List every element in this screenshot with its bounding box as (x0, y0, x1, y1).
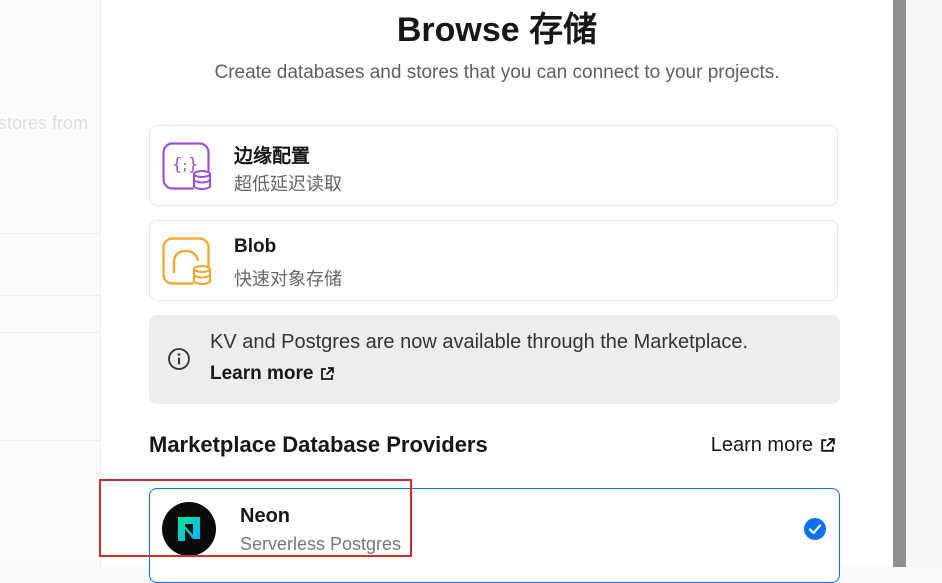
background-divider (0, 332, 100, 333)
edge-config-icon: { ; } (162, 142, 211, 190)
blob-icon (162, 237, 211, 285)
neon-logo-icon (178, 517, 200, 541)
store-description: 快速对象存储 (234, 269, 342, 289)
modal-title: Browse 存储 (396, 11, 598, 49)
marketplace-learn-more-link[interactable]: Learn more (711, 434, 836, 457)
external-link-icon (321, 367, 335, 380)
info-icon (168, 348, 190, 370)
background-right-edge (906, 0, 942, 567)
provider-name: Neon (240, 505, 290, 527)
marketplace-learn-more-label: Learn more (710, 434, 813, 456)
notice-learn-more-link[interactable]: Learn more (210, 363, 335, 385)
provider-card-neon[interactable]: Neon Serverless Postgres (149, 488, 840, 583)
modal-scrollbar-track[interactable] (892, 0, 906, 567)
store-name: Blob (234, 236, 277, 257)
modal-subtitle: Create databases and stores that you can… (214, 62, 780, 83)
marketplace-providers-heading: Marketplace Database Providers (149, 432, 488, 457)
store-description: 超低延迟读取 (234, 174, 342, 194)
provider-description: Serverless Postgres (240, 534, 402, 554)
neon-logo (162, 502, 216, 556)
background-text: stores from (0, 113, 89, 133)
browse-storage-modal: Browse 存储 Create databases and stores th… (100, 0, 893, 583)
store-card-edge-config[interactable]: { ; } 边缘配置 超低延迟读取 (149, 125, 838, 206)
marketplace-notice: KV and Postgres are now available throug… (149, 315, 840, 404)
notice-message: KV and Postgres are now available throug… (210, 331, 749, 353)
store-name: 边缘配置 (234, 146, 311, 167)
selected-check-icon (804, 518, 826, 540)
notice-learn-more-label: Learn more (210, 363, 314, 384)
background-divider (0, 233, 100, 234)
external-link-icon (821, 438, 835, 452)
store-card-blob[interactable]: Blob 快速对象存储 (149, 220, 838, 301)
background-divider (0, 295, 100, 296)
background-divider (0, 440, 100, 441)
